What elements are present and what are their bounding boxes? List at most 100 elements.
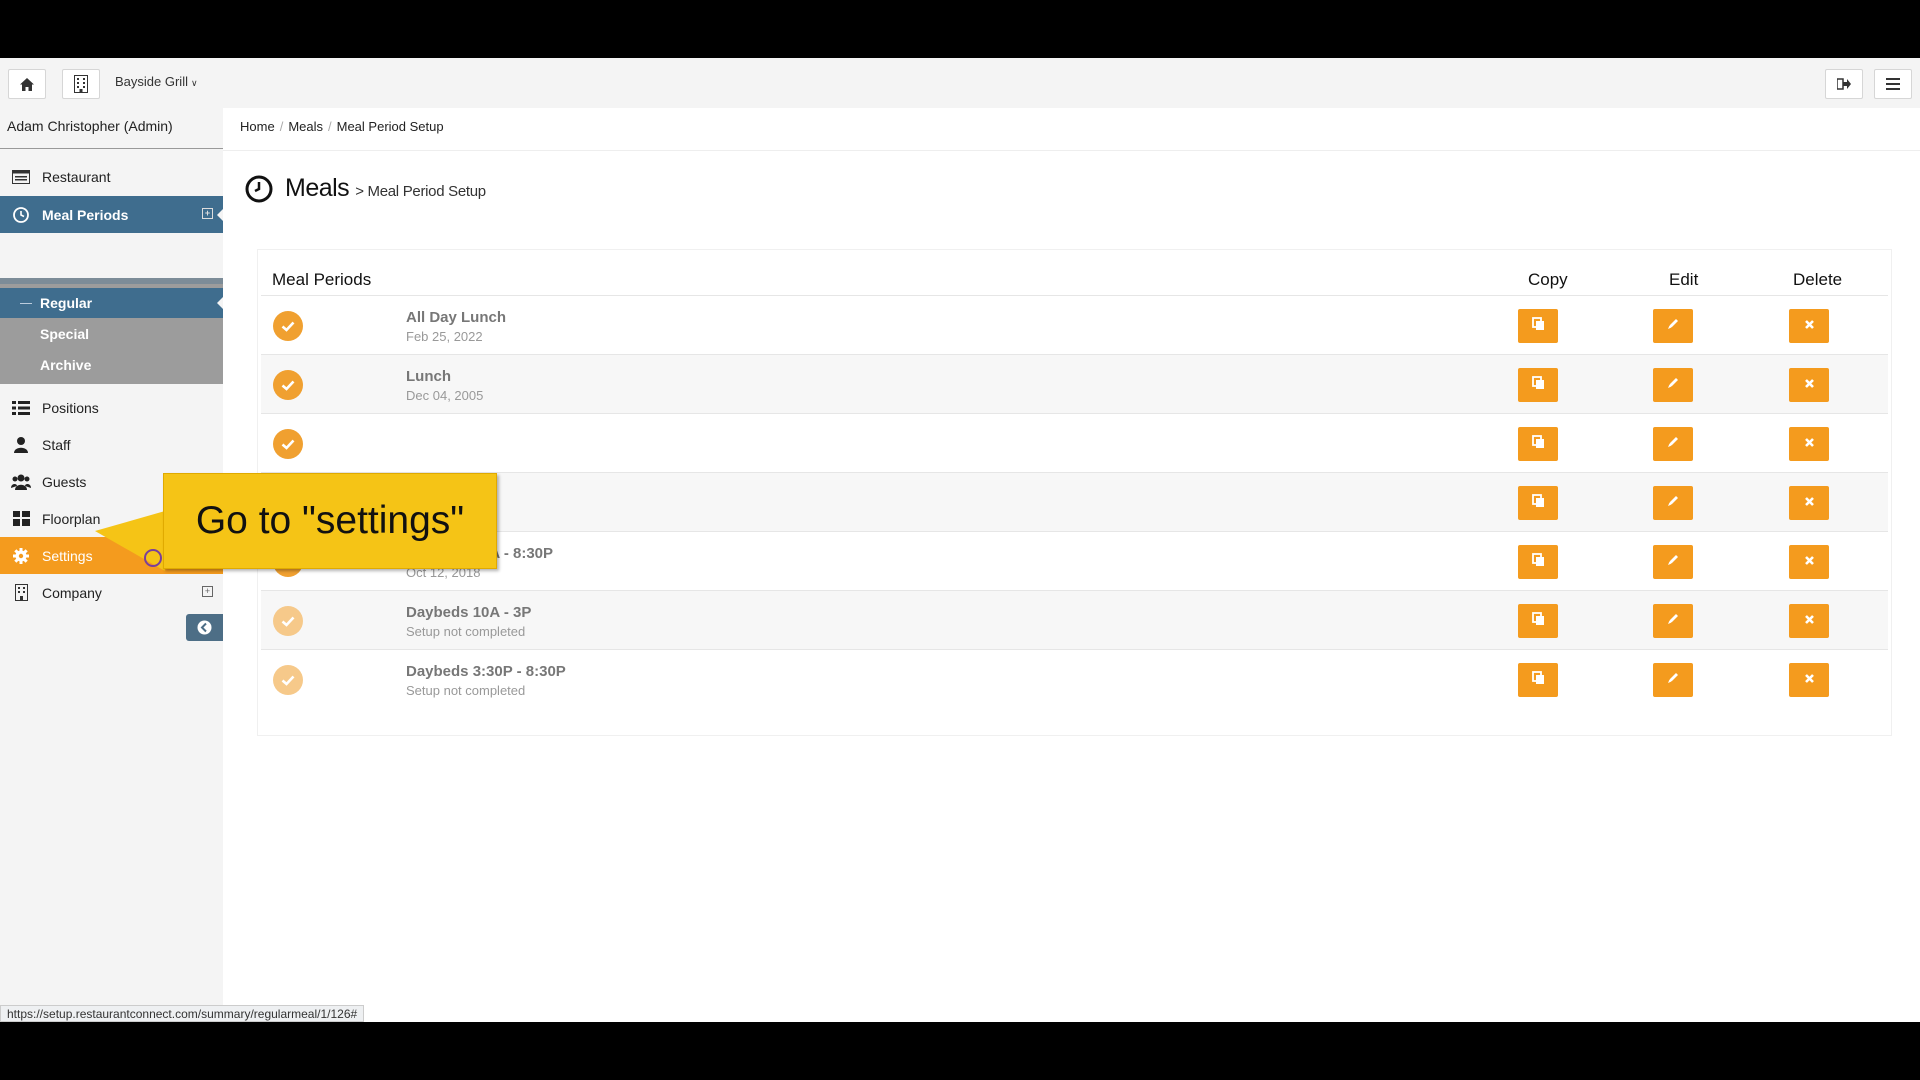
delete-button[interactable] <box>1789 486 1829 520</box>
delete-button[interactable] <box>1789 427 1829 461</box>
copy-button[interactable] <box>1518 368 1558 402</box>
home-button[interactable] <box>8 69 46 99</box>
divider <box>223 150 1920 151</box>
column-header-delete: Delete <box>1793 270 1843 289</box>
submenu-item-label: Special <box>40 326 90 342</box>
meal-period-name[interactable]: Daybeds 3:30P - 8:30P <box>406 663 566 680</box>
meal-period-name[interactable]: Lunch <box>406 368 451 385</box>
table-row[interactable]: Jan 26, 2022 <box>261 472 1888 532</box>
meal-period-date: Feb 25, 2022 <box>406 329 483 344</box>
venue-building-button[interactable] <box>62 69 100 99</box>
meal-period-name[interactable]: Daybeds 10A - 3P <box>406 604 531 621</box>
submenu-item-label: Regular <box>40 295 93 311</box>
delete-button[interactable] <box>1789 604 1829 638</box>
clock-icon <box>11 206 31 223</box>
edit-button[interactable] <box>1653 368 1693 402</box>
venue-selector[interactable]: Bayside Grill ∨ <box>115 74 198 89</box>
sidebar-item-company[interactable]: Company + <box>0 574 223 611</box>
breadcrumb-separator: / <box>328 119 332 134</box>
pencil-icon <box>1667 671 1680 689</box>
copy-button[interactable] <box>1518 663 1558 697</box>
edit-button[interactable] <box>1653 486 1693 520</box>
logout-icon <box>1837 78 1851 90</box>
pencil-icon <box>1667 435 1680 453</box>
venue-name: Bayside Grill <box>115 74 188 89</box>
tutorial-callout: Go to "settings" <box>163 473 497 569</box>
close-icon <box>1804 435 1815 453</box>
expand-icon[interactable]: + <box>202 586 213 597</box>
copy-button[interactable] <box>1518 604 1558 638</box>
edit-button[interactable] <box>1653 663 1693 697</box>
copy-button[interactable] <box>1518 427 1558 461</box>
sidebar-item-staff[interactable]: Staff <box>0 426 223 463</box>
breadcrumb: Home / Meals / Meal Period Setup <box>240 119 444 134</box>
table-row[interactable] <box>261 413 1888 473</box>
check-circle-icon <box>273 370 303 400</box>
copy-button[interactable] <box>1518 309 1558 343</box>
table-row[interactable]: Daybeds 10A - 3P Setup not completed <box>261 590 1888 650</box>
sidebar-item-label: Positions <box>42 399 99 416</box>
logout-button[interactable] <box>1825 69 1863 99</box>
page-subtitle: > Meal Period Setup <box>355 183 486 200</box>
breadcrumb-home[interactable]: Home <box>240 119 275 134</box>
sidebar-item-label: Settings <box>42 547 93 564</box>
arrow-left-circle-icon <box>197 620 212 635</box>
edit-button[interactable] <box>1653 545 1693 579</box>
table-row[interactable]: Lunch Dec 04, 2005 <box>261 354 1888 414</box>
hamburger-menu-button[interactable] <box>1874 69 1912 99</box>
submenu-item-special[interactable]: Special <box>0 319 223 349</box>
pencil-icon <box>1667 494 1680 512</box>
check-circle-icon <box>273 606 303 636</box>
edit-button[interactable] <box>1653 309 1693 343</box>
sidebar-item-positions[interactable]: Positions <box>0 389 223 426</box>
copy-icon <box>1531 611 1545 631</box>
collapse-sidebar-button[interactable] <box>186 614 223 641</box>
menu-icon <box>1886 78 1900 90</box>
sidebar-item-meal-periods[interactable]: Meal Periods + <box>0 196 224 233</box>
submenu-item-archive[interactable]: Archive <box>0 350 223 380</box>
copy-icon <box>1531 552 1545 572</box>
gear-icon <box>11 547 31 564</box>
users-icon <box>11 474 31 490</box>
copy-icon <box>1531 670 1545 690</box>
sidebar-item-label: Meal Periods <box>42 206 129 223</box>
sidebar-item-label: Guests <box>42 473 87 490</box>
check-circle-icon <box>273 311 303 341</box>
submenu-item-regular[interactable]: Regular <box>0 288 224 318</box>
edit-button[interactable] <box>1653 604 1693 638</box>
clock-icon <box>245 175 273 202</box>
pencil-icon <box>1667 612 1680 630</box>
building-icon <box>74 75 88 93</box>
page-title: Meals <box>285 174 350 202</box>
delete-button[interactable] <box>1789 663 1829 697</box>
table-row[interactable]: Daybeds 3:30P - 8:30P Setup not completed <box>261 649 1888 709</box>
main-content: Home / Meals / Meal Period Setup Meals > Mea… <box>223 108 1920 764</box>
column-header-meal-periods: Meal Periods <box>272 270 372 289</box>
sidebar-item-label: Company <box>42 584 102 601</box>
column-header-edit: Edit <box>1669 270 1699 289</box>
copy-button[interactable] <box>1518 486 1558 520</box>
chevron-down-icon: ∨ <box>190 78 198 88</box>
table-row[interactable]: Daybeds 10A - 8:30POct 12, 2018 <box>261 531 1888 591</box>
sidebar-item-restaurant[interactable]: Restaurant <box>0 158 223 195</box>
delete-button[interactable] <box>1789 545 1829 579</box>
delete-button[interactable] <box>1789 368 1829 402</box>
close-icon <box>1804 376 1815 394</box>
table-row[interactable]: All Day Lunch Feb 25, 2022 <box>261 295 1888 355</box>
edit-button[interactable] <box>1653 427 1693 461</box>
copy-button[interactable] <box>1518 545 1558 579</box>
close-icon <box>1804 671 1815 689</box>
check-circle-icon <box>273 665 303 695</box>
sidebar-item-label: Floorplan <box>42 510 101 527</box>
current-user: Adam Christopher (Admin) <box>7 118 173 134</box>
delete-button[interactable] <box>1789 309 1829 343</box>
breadcrumb-meals[interactable]: Meals <box>288 119 323 134</box>
pencil-icon <box>1667 553 1680 571</box>
main-content-lower <box>223 764 1920 1022</box>
meal-periods-panel: Meal Periods Copy Edit Delete All Day Lu… <box>258 250 1891 735</box>
close-icon <box>1804 612 1815 630</box>
meal-period-name[interactable]: All Day Lunch <box>406 309 506 326</box>
pencil-icon <box>1667 376 1680 394</box>
expand-icon[interactable]: + <box>202 208 213 219</box>
sidebar-item-label: Restaurant <box>42 168 111 185</box>
